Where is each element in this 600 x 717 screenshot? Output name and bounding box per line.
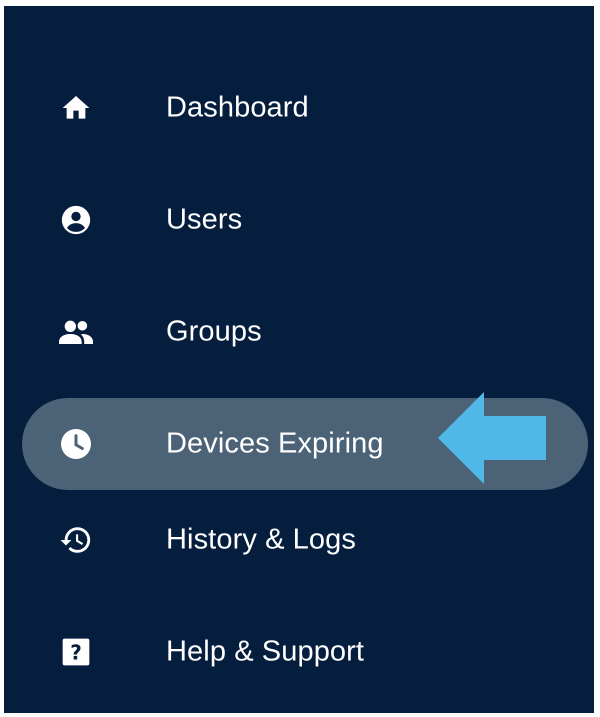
annotation-arrow-icon bbox=[438, 392, 546, 484]
clock-icon bbox=[54, 422, 98, 466]
sidebar-item-label: Users bbox=[166, 203, 243, 236]
screenshot-frame: Dashboard Users Groups Devices Expiring … bbox=[0, 0, 600, 717]
sidebar-item-label: Groups bbox=[166, 315, 262, 348]
sidebar-item-history-logs[interactable]: History & Logs bbox=[22, 494, 588, 586]
group-icon bbox=[54, 310, 98, 354]
sidebar-item-groups[interactable]: Groups bbox=[22, 286, 588, 378]
home-icon bbox=[54, 86, 98, 130]
sidebar-item-label: Dashboard bbox=[166, 91, 309, 124]
help-icon: ? bbox=[54, 630, 98, 674]
sidebar-item-label: Help & Support bbox=[166, 635, 365, 668]
sidebar-item-label: History & Logs bbox=[166, 523, 356, 556]
svg-text:?: ? bbox=[70, 640, 82, 664]
sidebar-item-users[interactable]: Users bbox=[22, 174, 588, 266]
sidebar-item-dashboard[interactable]: Dashboard bbox=[22, 62, 588, 154]
sidebar-item-help-support[interactable]: ? Help & Support bbox=[22, 606, 588, 698]
sidebar-nav: Dashboard Users Groups Devices Expiring … bbox=[4, 6, 594, 713]
user-circle-icon bbox=[54, 198, 98, 242]
history-icon bbox=[54, 518, 98, 562]
sidebar-item-label: Devices Expiring bbox=[166, 427, 384, 460]
